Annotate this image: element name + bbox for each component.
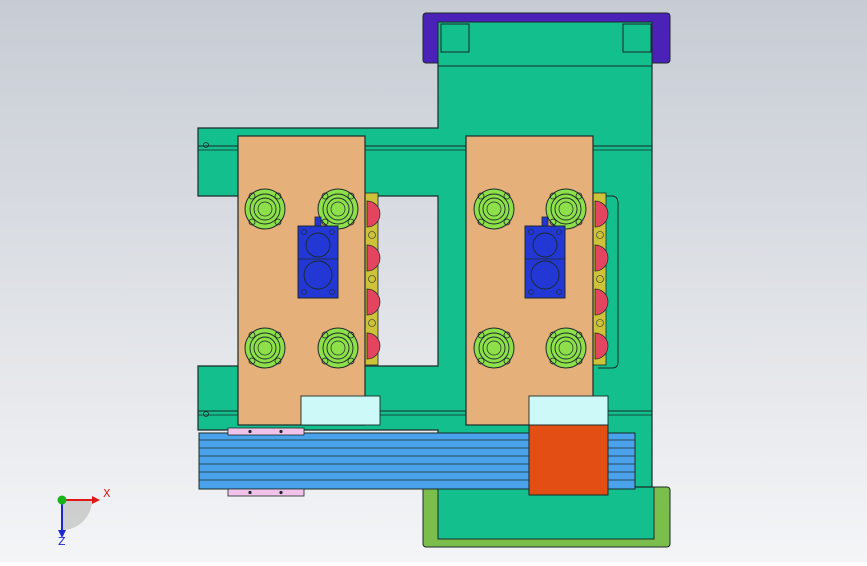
carriage-right[interactable] [465,135,594,426]
rail-clip-top[interactable] [227,427,305,436]
cad-viewport[interactable] [0,0,867,562]
flange-top-left [244,188,286,230]
triad-graphic: X Z [57,487,111,548]
y-axis-indicator [57,495,67,505]
flange-top-right [317,188,359,230]
cad-model-drawing [0,0,867,562]
bottom-bracket[interactable] [422,486,671,548]
flange-bottom-right [317,327,359,369]
motor[interactable] [524,216,566,299]
roller-strip-right[interactable] [592,192,609,366]
triad-shading [62,500,92,530]
roller-strip-left[interactable] [364,192,381,366]
contact-pad-left[interactable] [300,395,381,426]
rail-clip-bottom[interactable] [227,488,305,497]
flange-bottom-left [244,327,286,369]
x-axis-label: X [103,487,111,500]
flange-top-right [545,188,587,230]
x-axis-arrowhead [92,496,100,504]
carriage-left[interactable] [237,135,366,426]
contact-pad-right[interactable] [528,395,609,426]
top-bracket[interactable] [422,12,671,67]
z-axis-label: Z [58,535,66,548]
stopper-block[interactable] [528,424,609,496]
motor[interactable] [297,216,339,299]
orientation-triad[interactable]: X Z [40,478,120,548]
flange-top-left [473,188,515,230]
flange-bottom-right [545,327,587,369]
flange-bottom-left [473,327,515,369]
